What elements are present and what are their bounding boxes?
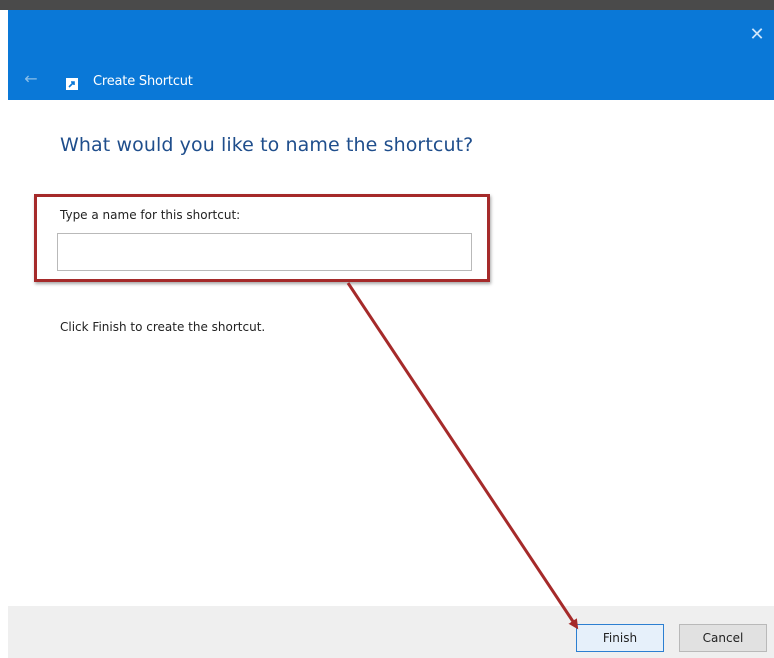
window-title: Create Shortcut bbox=[93, 74, 193, 89]
cancel-button[interactable]: Cancel bbox=[679, 624, 767, 652]
page-heading: What would you like to name the shortcut… bbox=[60, 134, 474, 156]
create-shortcut-window: ✕ ← Create Shortcut What would you like … bbox=[0, 0, 774, 658]
finish-button[interactable]: Finish bbox=[576, 624, 664, 652]
back-arrow-icon[interactable]: ← bbox=[22, 70, 40, 88]
top-edge bbox=[0, 0, 774, 10]
annotation-highlight-box bbox=[34, 194, 490, 282]
left-edge bbox=[0, 10, 8, 658]
title-bar: ✕ ← Create Shortcut bbox=[8, 10, 774, 100]
shortcut-icon bbox=[66, 78, 78, 90]
close-icon[interactable]: ✕ bbox=[746, 24, 768, 46]
finish-instruction-text: Click Finish to create the shortcut. bbox=[60, 320, 266, 334]
